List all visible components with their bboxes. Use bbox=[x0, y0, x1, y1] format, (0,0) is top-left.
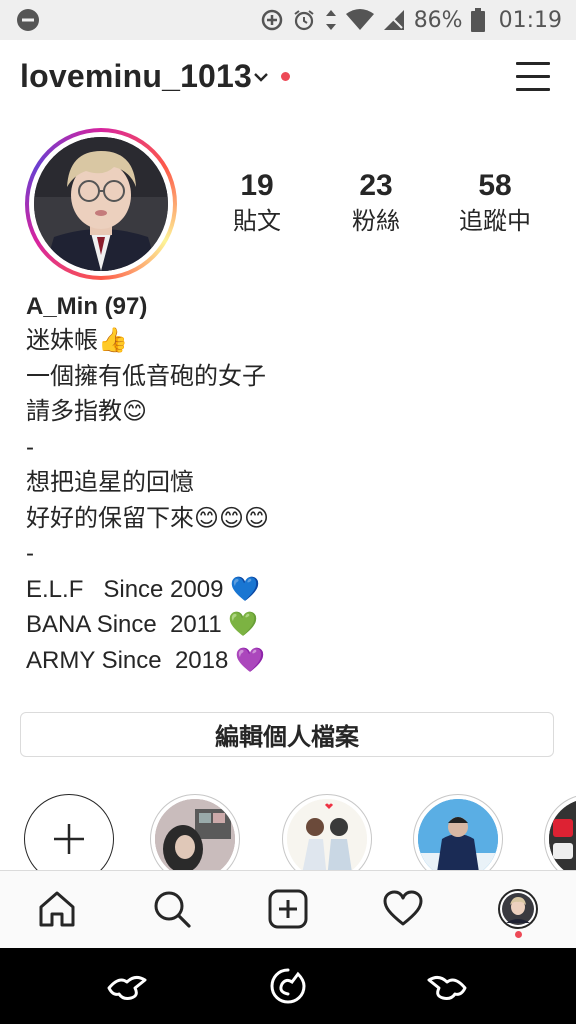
profile-bio: A_Min (97) 迷妹帳👍 一個擁有低音砲的女子 請多指教😊 - 想把追星的… bbox=[26, 291, 556, 678]
bio-line: ARMY Since 2018 💜 bbox=[26, 646, 265, 674]
battery-percent: 86% bbox=[413, 7, 463, 33]
add-post-icon[interactable] bbox=[268, 889, 308, 929]
home-system-icon[interactable] bbox=[266, 966, 310, 1006]
followers-count-label: 粉絲 bbox=[352, 208, 400, 235]
menu-icon[interactable] bbox=[516, 62, 550, 92]
following-count-value: 58 bbox=[478, 169, 512, 202]
profile-photo bbox=[34, 137, 168, 271]
posts-count-value: 19 bbox=[240, 169, 274, 202]
bio-line: BANA Since 2011 💚 bbox=[26, 611, 259, 638]
plus-icon bbox=[54, 824, 84, 854]
new-highlight-button[interactable] bbox=[24, 794, 114, 870]
bio-line: 迷妹帳👍 bbox=[26, 327, 128, 354]
highlight-item[interactable] bbox=[413, 794, 503, 870]
profile-header: loveminu_1013 bbox=[0, 40, 576, 116]
data-arrows-icon bbox=[325, 10, 336, 30]
alarm-icon bbox=[294, 10, 314, 31]
back-icon[interactable] bbox=[105, 966, 149, 1006]
posts-count[interactable]: 19 貼文 bbox=[202, 168, 312, 238]
highlight-item[interactable] bbox=[150, 794, 240, 870]
data-saver-icon bbox=[261, 9, 282, 31]
edit-profile-button[interactable]: 編輯個人檔案 bbox=[20, 712, 554, 757]
wifi-icon bbox=[345, 9, 374, 30]
home-icon[interactable] bbox=[37, 889, 77, 929]
display-name: A_Min (97) bbox=[26, 293, 148, 320]
recents-icon[interactable] bbox=[425, 966, 469, 1006]
followers-count-value: 23 bbox=[359, 169, 393, 202]
do-not-disturb-icon bbox=[17, 9, 39, 31]
battery-icon bbox=[470, 8, 485, 32]
bio-line: 一個擁有低音砲的女子 bbox=[26, 362, 266, 390]
highlight-item[interactable] bbox=[544, 794, 576, 870]
notification-dot bbox=[515, 931, 522, 938]
notification-dot bbox=[281, 72, 290, 81]
system-navigation-bar bbox=[0, 948, 576, 1024]
following-count[interactable]: 58 追蹤中 bbox=[440, 168, 550, 238]
chevron-down-icon[interactable] bbox=[253, 70, 269, 84]
following-count-label: 追蹤中 bbox=[459, 208, 531, 235]
profile-avatar-icon[interactable] bbox=[498, 889, 538, 929]
username-switcher[interactable]: loveminu_1013 bbox=[20, 58, 252, 95]
followers-count[interactable]: 23 粉絲 bbox=[321, 168, 431, 238]
cellular-icon bbox=[383, 10, 404, 30]
search-icon[interactable] bbox=[152, 889, 192, 929]
highlight-item[interactable] bbox=[282, 794, 372, 870]
story-highlights bbox=[0, 780, 576, 870]
status-bar: 86% 01:19 bbox=[0, 0, 576, 40]
bio-line: E.L.F Since 2009 💙 bbox=[26, 575, 260, 603]
activity-heart-icon[interactable] bbox=[383, 889, 423, 929]
bio-line: 請多指教😊 bbox=[26, 398, 148, 425]
clock: 01:19 bbox=[498, 7, 562, 33]
bio-line: - bbox=[26, 433, 34, 461]
profile-avatar[interactable] bbox=[25, 128, 177, 280]
bio-line: - bbox=[26, 540, 34, 567]
bottom-navigation bbox=[0, 870, 576, 948]
posts-count-label: 貼文 bbox=[233, 208, 281, 235]
bio-line: 好好的保留下來😊😊😊 bbox=[26, 504, 270, 532]
bio-line: 想把追星的回憶 bbox=[26, 469, 194, 496]
